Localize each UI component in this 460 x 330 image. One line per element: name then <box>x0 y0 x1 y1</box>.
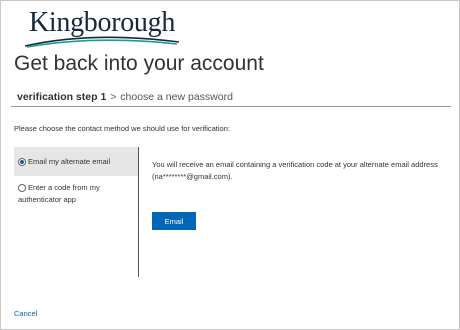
option-email-alternate[interactable]: Email my alternate email <box>14 147 138 176</box>
step-separator: > <box>110 91 117 103</box>
instruction-text: Please choose the contact method we shou… <box>14 124 230 133</box>
step-divider <box>11 106 451 107</box>
step-breadcrumb: verification step 1 > choose a new passw… <box>17 91 233 103</box>
contact-method-options: Email my alternate email Enter a code fr… <box>14 147 139 277</box>
step-next: choose a new password <box>120 91 233 103</box>
option-authenticator-app[interactable]: Enter a code from my authenticator app <box>14 176 138 206</box>
cancel-link[interactable]: Cancel <box>14 309 37 318</box>
page-title: Get back into your account <box>14 52 264 75</box>
email-button[interactable]: Email <box>152 212 196 230</box>
verification-detail-text: You will receive an email containing a v… <box>152 160 438 181</box>
radio-selected-icon[interactable] <box>18 157 26 166</box>
kingborough-logo: Kingborough <box>23 7 183 48</box>
step-current: verification step 1 <box>17 91 107 103</box>
page-frame: Kingborough Get back into your account v… <box>0 0 460 330</box>
option-label: Email my alternate email <box>28 157 111 166</box>
radio-unselected-icon[interactable] <box>18 184 26 193</box>
option-label: Enter a code from my authenticator app <box>18 183 100 204</box>
logo-swoosh-icon <box>24 36 180 48</box>
